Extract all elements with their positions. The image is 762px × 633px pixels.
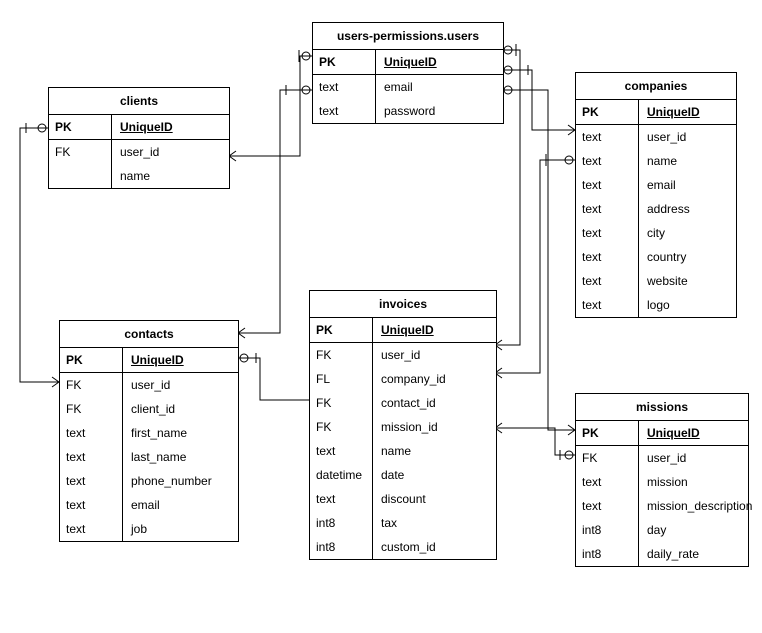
entity-title: invoices (310, 291, 496, 318)
entity-row: FKmission_id (310, 415, 496, 439)
entity-users: users-permissions.users PK UniqueID text… (312, 22, 504, 124)
entity-companies: companies PK UniqueID textuser_id textna… (575, 72, 737, 318)
entity-row: int8custom_id (310, 535, 496, 559)
entity-row: textmission_description (576, 494, 748, 518)
entity-title: missions (576, 394, 748, 421)
header-key: PK (60, 348, 123, 372)
header-name: UniqueID (639, 100, 736, 124)
header-name: UniqueID (123, 348, 238, 372)
entity-row: int8day (576, 518, 748, 542)
entity-row: textemail (576, 173, 736, 197)
entity-row: textdiscount (310, 487, 496, 511)
entity-row: textpassword (313, 99, 503, 123)
entity-row: textname (310, 439, 496, 463)
entity-row: datetimedate (310, 463, 496, 487)
entity-row: textaddress (576, 197, 736, 221)
entity-header: PK UniqueID (49, 115, 229, 140)
entity-row: textuser_id (576, 125, 736, 149)
entity-row: textjob (60, 517, 238, 541)
header-key: PK (49, 115, 112, 139)
entity-row: textfirst_name (60, 421, 238, 445)
entity-row: name (49, 164, 229, 188)
entity-row: FKuser_id (49, 140, 229, 164)
entity-header: PK UniqueID (313, 50, 503, 75)
entity-row: textlast_name (60, 445, 238, 469)
entity-row: textcity (576, 221, 736, 245)
entity-row: FKclient_id (60, 397, 238, 421)
header-key: PK (313, 50, 376, 74)
entity-row: textemail (60, 493, 238, 517)
entity-header: PK UniqueID (576, 421, 748, 446)
entity-contacts: contacts PK UniqueID FKuser_id FKclient_… (59, 320, 239, 542)
entity-row: FKuser_id (60, 373, 238, 397)
entity-row: int8tax (310, 511, 496, 535)
entity-row: textname (576, 149, 736, 173)
header-key: PK (576, 421, 639, 445)
entity-row: FKuser_id (576, 446, 748, 470)
header-name: UniqueID (639, 421, 748, 445)
header-key: PK (576, 100, 639, 124)
entity-row: FKuser_id (310, 343, 496, 367)
entity-title: companies (576, 73, 736, 100)
entity-title: clients (49, 88, 229, 115)
entity-header: PK UniqueID (60, 348, 238, 373)
entity-row: int8daily_rate (576, 542, 748, 566)
header-name: UniqueID (112, 115, 229, 139)
entity-title: contacts (60, 321, 238, 348)
entity-header: PK UniqueID (576, 100, 736, 125)
entity-row: textlogo (576, 293, 736, 317)
entity-missions: missions PK UniqueID FKuser_id textmissi… (575, 393, 749, 567)
entity-row: FLcompany_id (310, 367, 496, 391)
entity-row: textmission (576, 470, 748, 494)
entity-title: users-permissions.users (313, 23, 503, 50)
header-name: UniqueID (376, 50, 503, 74)
entity-row: textemail (313, 75, 503, 99)
entity-row: textphone_number (60, 469, 238, 493)
header-key: PK (310, 318, 373, 342)
header-name: UniqueID (373, 318, 496, 342)
entity-row: FKcontact_id (310, 391, 496, 415)
entity-clients: clients PK UniqueID FKuser_id name (48, 87, 230, 189)
entity-row: textwebsite (576, 269, 736, 293)
entity-header: PK UniqueID (310, 318, 496, 343)
entity-row: textcountry (576, 245, 736, 269)
entity-invoices: invoices PK UniqueID FKuser_id FLcompany… (309, 290, 497, 560)
